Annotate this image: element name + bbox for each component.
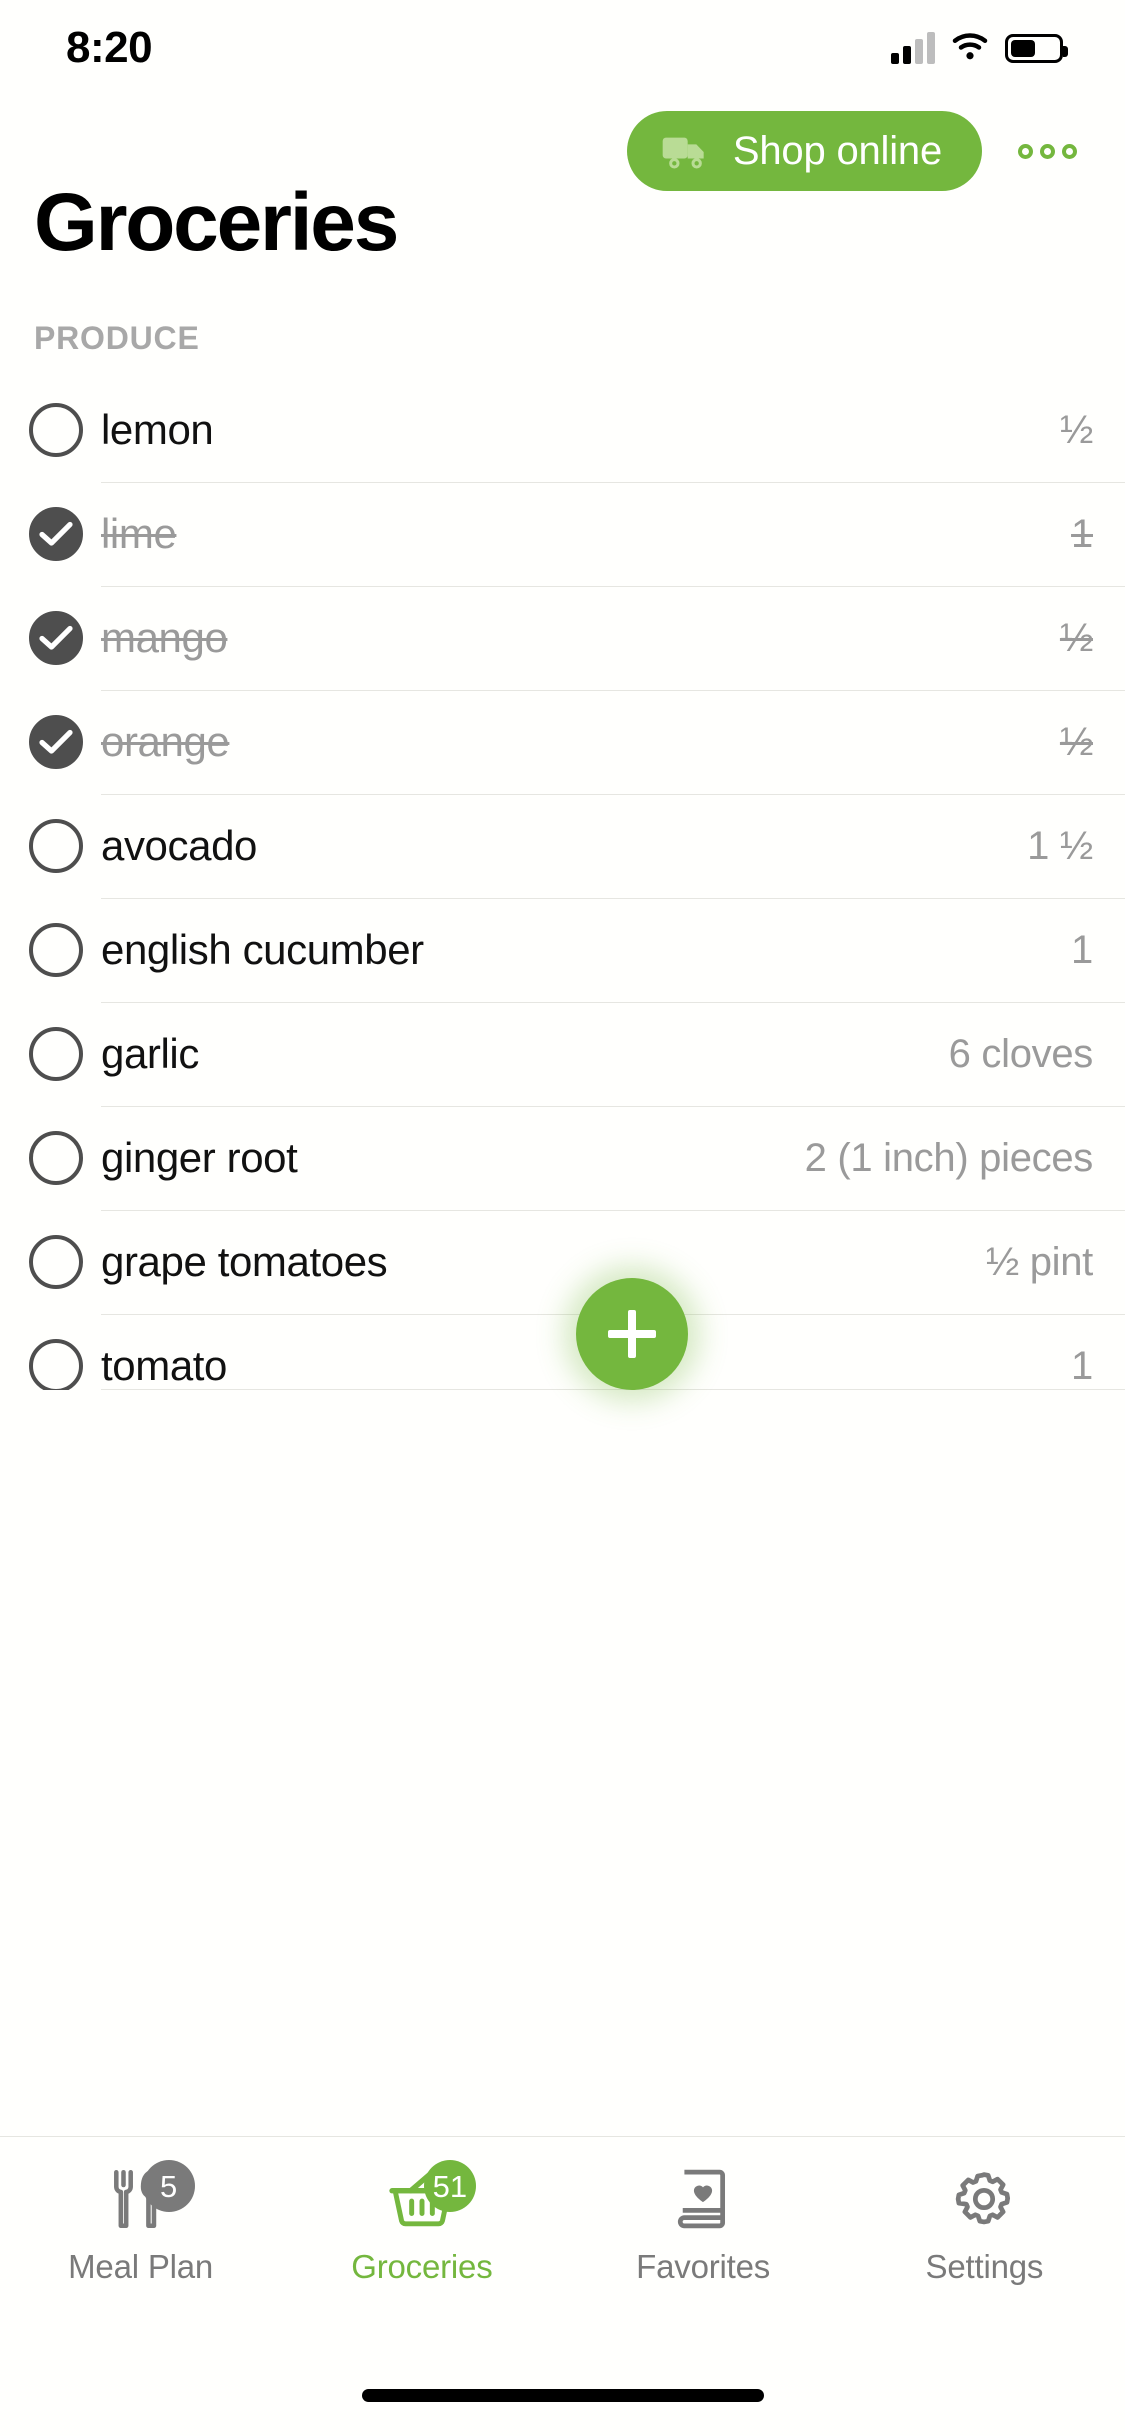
item-checkbox[interactable] [29, 923, 83, 977]
list-item[interactable]: lemon ½ [0, 378, 1125, 482]
section-header-produce: PRODUCE [34, 320, 200, 356]
battery-icon [1005, 33, 1068, 63]
item-name: avocado [101, 822, 257, 869]
tab-favorites-label: Favorites [636, 2248, 771, 2285]
tab-meal-plan-label: Meal Plan [68, 2248, 214, 2285]
item-name: garlic [101, 1030, 199, 1077]
shop-online-button[interactable]: Shop online [626, 111, 982, 191]
gear-icon [951, 2168, 1017, 2233]
item-name: lime [101, 510, 177, 557]
list-item[interactable]: avocado 1 ½ [0, 794, 1125, 898]
list-item[interactable]: lime 1 [0, 482, 1125, 586]
item-checkbox[interactable] [29, 1235, 83, 1289]
item-checkbox[interactable] [29, 1131, 83, 1185]
tab-groceries-label: Groceries [351, 2248, 493, 2285]
item-quantity: 1 [1071, 1344, 1093, 1388]
wifi-icon [951, 31, 989, 66]
item-name: english cucumber [101, 926, 424, 973]
tab-meal-plan[interactable]: 5 Meal Plan [0, 2158, 281, 2283]
tab-settings-label: Settings [925, 2248, 1044, 2285]
item-quantity: 1 [1071, 928, 1093, 972]
list-item[interactable]: mango ½ [0, 586, 1125, 690]
item-name: grape tomatoes [101, 1238, 388, 1285]
tab-favorites[interactable]: Favorites [563, 2158, 844, 2283]
list-item[interactable]: tomato 1 [0, 1314, 1125, 1390]
grocery-list[interactable]: lemon ½ lime 1 mango ½ orange ½ avocado … [0, 378, 1125, 1390]
list-item[interactable]: grape tomatoes ½ pint [0, 1210, 1125, 1314]
item-checkbox[interactable] [29, 611, 83, 665]
list-item[interactable]: english cucumber 1 [0, 898, 1125, 1002]
item-quantity: 6 cloves [948, 1032, 1094, 1076]
cellular-signal-icon [891, 32, 935, 64]
item-name: lemon [101, 406, 214, 453]
meal-plan-badge: 5 [142, 2160, 195, 2212]
item-checkbox[interactable] [29, 819, 83, 873]
tab-bar: 5 Meal Plan 51 Groceries Favorites Setti… [0, 2158, 1125, 2318]
home-indicator [361, 2389, 764, 2402]
list-item[interactable]: ginger root 2 (1 inch) pieces [0, 1106, 1125, 1210]
list-item[interactable]: garlic 6 cloves [0, 1002, 1125, 1106]
item-quantity: 2 (1 inch) pieces [804, 1136, 1094, 1180]
item-checkbox[interactable] [29, 1339, 83, 1390]
more-options-icon[interactable] [1006, 130, 1089, 173]
tab-groceries[interactable]: 51 Groceries [281, 2158, 562, 2283]
item-quantity: ½ [1059, 720, 1093, 764]
item-checkbox[interactable] [29, 403, 83, 457]
recipe-book-heart-icon [672, 2168, 734, 2233]
item-quantity: ½ [1059, 408, 1093, 452]
item-quantity: ½ [1059, 616, 1093, 660]
plus-icon-vertical [628, 1310, 636, 1358]
item-quantity: 1 ½ [1027, 824, 1093, 868]
item-name: orange [101, 718, 230, 765]
item-quantity: 1 [1071, 512, 1093, 556]
tab-settings[interactable]: Settings [844, 2158, 1125, 2283]
status-bar-time: 8:20 [66, 23, 153, 72]
list-item[interactable]: orange ½ [0, 690, 1125, 794]
add-item-button[interactable] [576, 1278, 688, 1390]
groceries-badge: 51 [423, 2160, 476, 2212]
item-name: ginger root [101, 1134, 298, 1181]
status-bar: 8:20 [0, 0, 1125, 96]
delivery-truck-icon [661, 131, 711, 171]
item-quantity: ½ pint [985, 1240, 1093, 1284]
page-title: Groceries [34, 177, 399, 268]
item-checkbox[interactable] [29, 715, 83, 769]
shop-online-label: Shop online [732, 129, 942, 173]
status-bar-indicators [891, 31, 1068, 66]
item-checkbox[interactable] [29, 1027, 83, 1081]
item-name: mango [101, 614, 228, 661]
item-checkbox[interactable] [29, 507, 83, 561]
